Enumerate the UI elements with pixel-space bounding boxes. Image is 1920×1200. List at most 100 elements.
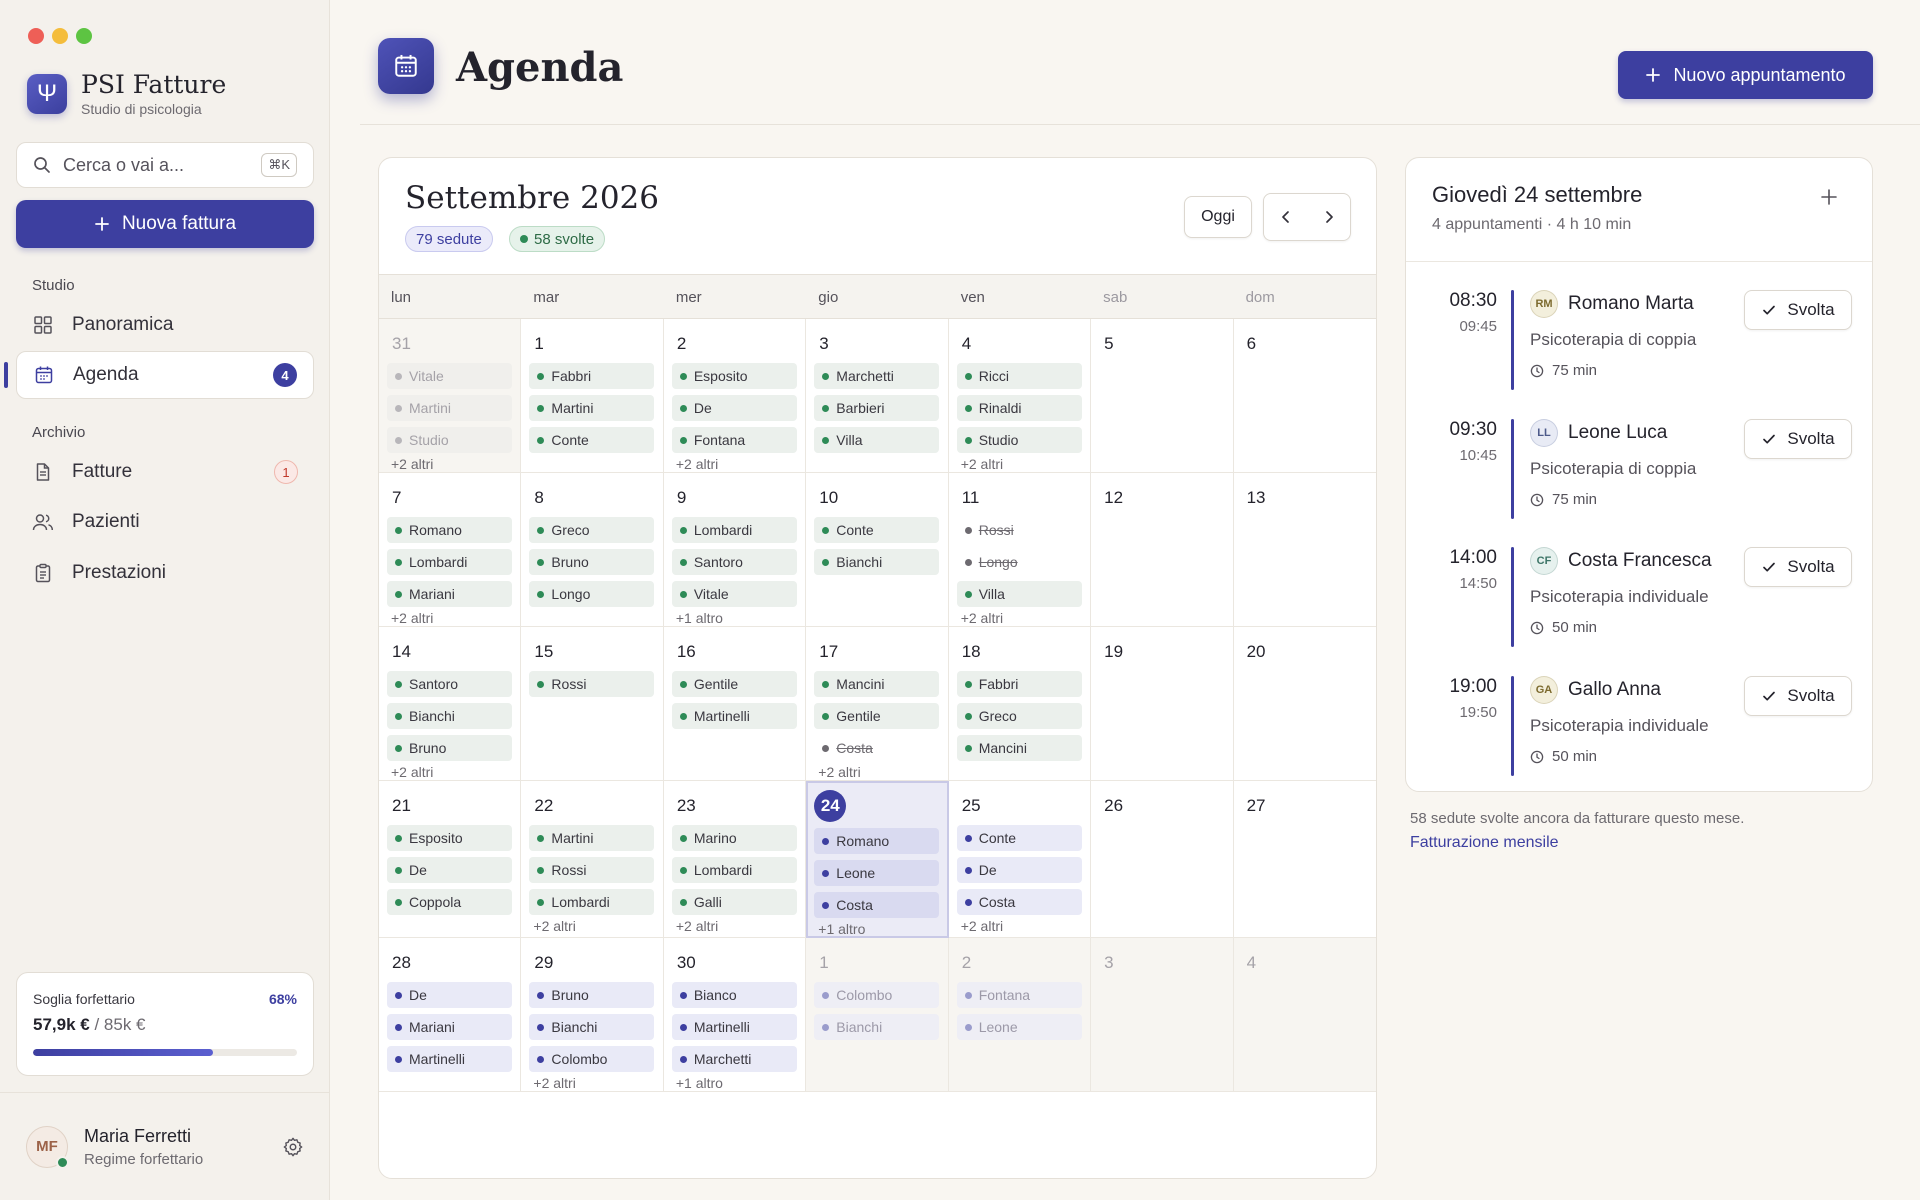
more-events-link[interactable]: +2 altri: [814, 764, 939, 780]
calendar-event[interactable]: Gentile: [671, 671, 797, 697]
appointment-item[interactable]: 19:00 19:50 GA Gallo Anna Psicoterapia indiv…: [1432, 676, 1852, 776]
calendar-event[interactable]: Vitale: [671, 581, 797, 607]
search-input[interactable]: Cerca o vai a... ⌘K: [16, 142, 314, 188]
sidebar-item-invoices[interactable]: Fatture 1: [16, 448, 314, 496]
calendar-event[interactable]: Costa: [956, 889, 1082, 915]
calendar-day[interactable]: 5: [1091, 319, 1234, 473]
calendar-event[interactable]: Fabbri: [529, 363, 655, 389]
calendar-event[interactable]: Galli: [671, 889, 797, 915]
calendar-event[interactable]: Rossi: [529, 857, 655, 883]
appointment-item[interactable]: 14:00 14:50 CF Costa Francesca Psicoterapia …: [1432, 547, 1852, 647]
calendar-event[interactable]: Costa: [814, 892, 940, 918]
calendar-event[interactable]: Rossi: [957, 517, 1082, 543]
calendar-day[interactable]: 27: [1233, 781, 1376, 938]
calendar-day[interactable]: 16 Gentile Martinelli: [663, 627, 807, 781]
calendar-event[interactable]: Bruno: [529, 982, 655, 1008]
calendar-day[interactable]: 1 Colombo Bianchi: [806, 938, 949, 1092]
calendar-event[interactable]: Martini: [529, 825, 655, 851]
calendar-event[interactable]: Mariani: [387, 1014, 512, 1040]
calendar-event[interactable]: Coppola: [387, 889, 512, 915]
gear-icon[interactable]: [282, 1136, 304, 1158]
calendar-day[interactable]: 17 Mancini Gentile Costa +2 altri: [806, 627, 949, 781]
calendar-event[interactable]: Fontana: [671, 427, 797, 453]
calendar-event[interactable]: Conte: [956, 825, 1082, 851]
calendar-event[interactable]: De: [671, 395, 797, 421]
maximize-window-button[interactable]: [76, 28, 92, 44]
more-events-link[interactable]: +1 altro: [672, 610, 797, 626]
calendar-event[interactable]: Martinelli: [387, 1046, 512, 1072]
calendar-day[interactable]: 12: [1091, 473, 1234, 627]
calendar-day-today[interactable]: 24 Romano Leone Costa +1 altro: [806, 781, 949, 938]
new-appointment-button[interactable]: Nuovo appuntamento: [1618, 51, 1873, 99]
calendar-event[interactable]: Lombardi: [671, 517, 797, 543]
calendar-event[interactable]: Studio: [387, 427, 512, 453]
more-events-link[interactable]: +2 altri: [957, 918, 1082, 934]
calendar-day[interactable]: 7 Romano Lombardi Mariani +2 altri: [379, 473, 522, 627]
sidebar-item-services[interactable]: Prestazioni: [16, 549, 314, 597]
minimize-window-button[interactable]: [52, 28, 68, 44]
new-invoice-button[interactable]: Nuova fattura: [16, 200, 314, 248]
calendar-event[interactable]: Rossi: [529, 671, 655, 697]
calendar-event[interactable]: Bruno: [529, 549, 655, 575]
calendar-day[interactable]: 29 Bruno Bianchi Colombo +2 altri: [521, 938, 664, 1092]
calendar-event[interactable]: Barbieri: [814, 395, 940, 421]
calendar-day[interactable]: 11 Rossi Longo Villa +2 altri: [948, 473, 1092, 627]
calendar-day[interactable]: 8 Greco Bruno Longo: [521, 473, 664, 627]
calendar-event[interactable]: Colombo: [814, 982, 940, 1008]
calendar-event[interactable]: Longo: [957, 549, 1082, 575]
calendar-event[interactable]: Leone: [956, 1014, 1082, 1040]
calendar-event[interactable]: Santoro: [387, 671, 512, 697]
calendar-event[interactable]: Bianchi: [814, 1014, 940, 1040]
more-events-link[interactable]: +2 altri: [529, 918, 654, 934]
calendar-event[interactable]: Leone: [814, 860, 940, 886]
mark-done-button[interactable]: Svolta: [1744, 290, 1852, 330]
calendar-day[interactable]: 14 Santoro Bianchi Bruno +2 altri: [379, 627, 522, 781]
calendar-day[interactable]: 6: [1233, 319, 1376, 473]
calendar-day[interactable]: 20: [1233, 627, 1376, 781]
calendar-event[interactable]: Mariani: [387, 581, 512, 607]
calendar-event[interactable]: Santoro: [671, 549, 797, 575]
calendar-day[interactable]: 30 Bianco Martinelli Marchetti +1 altro: [663, 938, 807, 1092]
more-events-link[interactable]: +2 altri: [672, 456, 797, 472]
previous-month-button[interactable]: [1264, 194, 1307, 240]
more-events-link[interactable]: +2 altri: [387, 610, 512, 626]
calendar-day[interactable]: 2 Esposito De Fontana +2 altri: [663, 319, 807, 473]
user-profile[interactable]: MF Maria Ferretti Regime forfettario: [0, 1092, 330, 1200]
calendar-day[interactable]: 3: [1091, 938, 1234, 1092]
calendar-event[interactable]: Lombardi: [387, 549, 512, 575]
calendar-day[interactable]: 9 Lombardi Santoro Vitale +1 altro: [663, 473, 807, 627]
calendar-event[interactable]: Martini: [529, 395, 655, 421]
calendar-event[interactable]: Bianco: [671, 982, 797, 1008]
close-window-button[interactable]: [28, 28, 44, 44]
today-button[interactable]: Oggi: [1184, 196, 1252, 238]
calendar-event[interactable]: Studio: [956, 427, 1082, 453]
more-events-link[interactable]: +2 altri: [957, 456, 1082, 472]
calendar-event[interactable]: Marchetti: [671, 1046, 797, 1072]
calendar-day[interactable]: 2 Fontana Leone: [948, 938, 1092, 1092]
more-events-link[interactable]: +1 altro: [814, 921, 939, 937]
calendar-day[interactable]: 4 Ricci Rinaldi Studio +2 altri: [948, 319, 1092, 473]
calendar-event[interactable]: De: [387, 857, 512, 883]
calendar-event[interactable]: Bianchi: [387, 703, 512, 729]
add-appointment-plus-icon[interactable]: [1820, 188, 1838, 206]
calendar-event[interactable]: Martinelli: [671, 703, 797, 729]
calendar-day[interactable]: 21 Esposito De Coppola: [379, 781, 522, 938]
mark-done-button[interactable]: Svolta: [1744, 676, 1852, 716]
calendar-event[interactable]: Romano: [814, 828, 940, 854]
monthly-billing-link[interactable]: Fatturazione mensile: [1410, 834, 1559, 852]
calendar-day[interactable]: 1 Fabbri Martini Conte: [521, 319, 664, 473]
calendar-event[interactable]: Colombo: [529, 1046, 655, 1072]
calendar-event[interactable]: Fontana: [956, 982, 1082, 1008]
calendar-event[interactable]: Esposito: [387, 825, 512, 851]
more-events-link[interactable]: +2 altri: [387, 456, 512, 472]
mark-done-button[interactable]: Svolta: [1744, 547, 1852, 587]
calendar-day[interactable]: 10 Conte Bianchi: [806, 473, 949, 627]
calendar-event[interactable]: Lombardi: [671, 857, 797, 883]
calendar-event[interactable]: Bruno: [387, 735, 512, 761]
calendar-event[interactable]: Martini: [387, 395, 512, 421]
more-events-link[interactable]: +2 altri: [957, 610, 1082, 626]
calendar-event[interactable]: Villa: [956, 581, 1082, 607]
calendar-day[interactable]: 28 De Mariani Martinelli: [379, 938, 522, 1092]
calendar-day[interactable]: 25 Conte De Costa +2 altri: [948, 781, 1092, 938]
mark-done-button[interactable]: Svolta: [1744, 419, 1852, 459]
